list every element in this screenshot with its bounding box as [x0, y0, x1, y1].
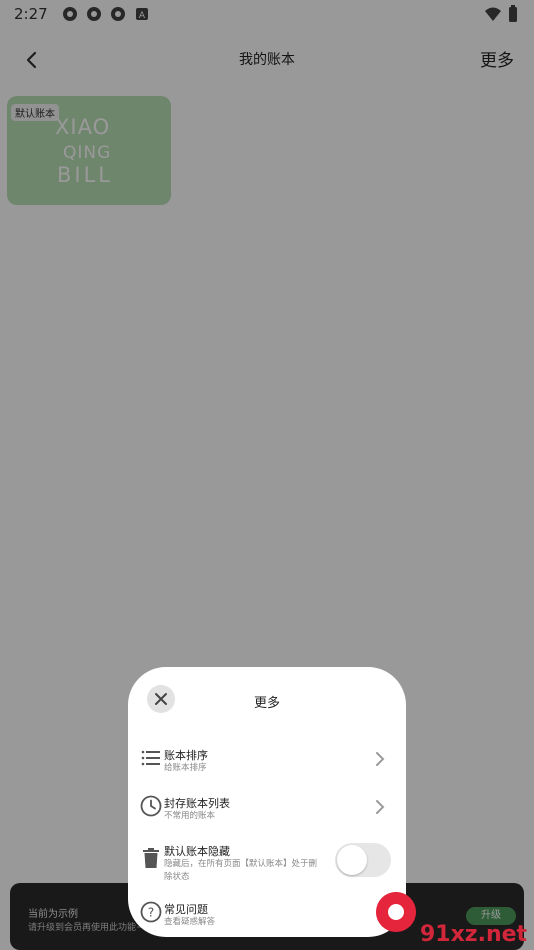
item-title: 封存账本列表 [164, 797, 230, 810]
sort-books-item[interactable]: 账本排序 给账本排序 [140, 741, 394, 781]
toggle-knob [337, 845, 367, 875]
item-subtitle: 隐藏后，在所有页面【默认账本】处于删除状态 [164, 859, 318, 882]
item-title: 默认账本隐藏 [164, 845, 230, 858]
sheet-title: 更多 [253, 696, 280, 711]
help-icon: ? [140, 901, 162, 923]
clock-icon [140, 795, 162, 817]
item-title: 常见问题 [164, 903, 208, 916]
faq-item[interactable]: ? 常见问题 查看疑惑解答 [140, 895, 394, 935]
hide-default-book-item: 默认账本隐藏 隐藏后，在所有页面【默认账本】处于删除状态 [140, 837, 394, 885]
chevron-right-icon [376, 800, 385, 814]
site-watermark: 91xz.net [364, 886, 534, 950]
svg-text:?: ? [148, 906, 154, 920]
hide-default-book-toggle[interactable] [335, 843, 391, 877]
trash-icon [143, 848, 159, 868]
item-subtitle: 给账本排序 [164, 763, 207, 773]
item-title: 账本排序 [164, 749, 208, 762]
app-screen: 2:27 A 我的账本 更多 默认账本 XIAO QING BILL 当前为示例… [0, 0, 534, 950]
chevron-right-icon [376, 752, 385, 766]
item-subtitle: 不常用的账本 [164, 811, 216, 821]
archived-books-item[interactable]: 封存账本列表 不常用的账本 [140, 789, 394, 829]
watermark-text: 91xz.net [420, 922, 528, 947]
watermark-logo-icon [376, 892, 416, 932]
list-icon [141, 750, 160, 766]
item-subtitle: 查看疑惑解答 [164, 917, 216, 927]
